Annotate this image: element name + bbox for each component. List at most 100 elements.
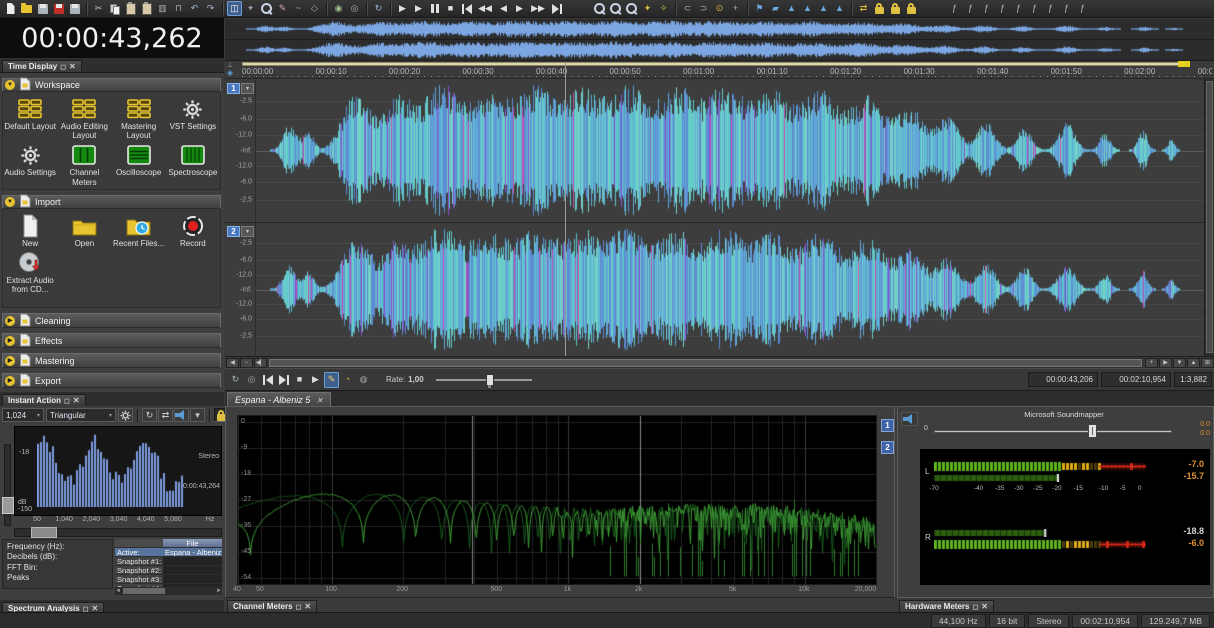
scroll-left-icon[interactable]: ◄ [115, 588, 121, 594]
spectrum-settings-button[interactable] [118, 408, 133, 422]
editor-vertical-scrollbar[interactable] [1204, 79, 1214, 356]
insert-region-button[interactable]: ▰ [768, 1, 783, 16]
paste-special-button[interactable] [139, 1, 154, 16]
spectrum-vertical-slider[interactable] [2, 444, 14, 526]
loop-region-button[interactable]: ⊂ [680, 1, 695, 16]
workspace-item-mastering-layout[interactable]: Mastering Layout [112, 95, 166, 140]
go-to-end-button[interactable] [276, 372, 291, 388]
waveform-channel-1[interactable] [256, 80, 1204, 221]
script-button-3-button[interactable]: ƒ [979, 1, 994, 16]
table-row[interactable]: Snapshot #3: [115, 575, 222, 584]
script-button-7-button[interactable]: ƒ [1043, 1, 1058, 16]
import-item-open[interactable]: Open [57, 212, 111, 248]
snapshot-table-scrollbar[interactable]: ◄ ► [115, 587, 222, 595]
rate-slider-track[interactable] [435, 378, 532, 381]
tab-channel-meters[interactable]: Channel Meters ◻ ✕ [227, 600, 318, 612]
table-row[interactable]: Snapshot #1: [115, 557, 222, 566]
zoom-out-button[interactable]: − [240, 357, 253, 368]
expand-icon[interactable]: ▶ [5, 375, 15, 386]
save-as-button[interactable] [51, 1, 66, 16]
channel-meters-canvas[interactable] [238, 416, 876, 584]
marker-previous-button[interactable]: ▲ [784, 1, 799, 16]
editor-h-scrollbar[interactable] [268, 357, 1143, 368]
spectrum-vertical-slider-thumb[interactable] [2, 497, 14, 514]
script-button-5-button[interactable]: ƒ [1011, 1, 1026, 16]
output-fader-track[interactable] [934, 430, 1172, 433]
channel-1-wave-area[interactable] [255, 80, 1204, 221]
play-plugin-button[interactable]: ▶ [395, 1, 410, 16]
marker-next-button[interactable]: ▲ [800, 1, 815, 16]
insert-event-button[interactable]: + [728, 1, 743, 16]
save-button[interactable] [35, 1, 50, 16]
envelope-tool-button[interactable]: ~ [291, 1, 306, 16]
go-to-end-button[interactable] [549, 1, 564, 16]
loop-region-bar[interactable] [242, 62, 1190, 66]
edit-tool-button[interactable]: ⌖ [243, 1, 258, 16]
play-all-button[interactable]: ▶ [411, 1, 426, 16]
workspace-item-channel-meters[interactable]: Channel Meters [57, 141, 111, 187]
float-icon[interactable]: ◻ [972, 603, 978, 611]
pencil-tool-button[interactable]: ✎ [275, 1, 290, 16]
zoom-event-button[interactable] [624, 1, 639, 16]
loop-playback-button[interactable]: ↻ [228, 372, 243, 388]
selection-grid-button[interactable]: ⊃ [696, 1, 711, 16]
close-icon[interactable]: ✕ [981, 602, 988, 611]
auto-ripple-button[interactable]: ⇄ [856, 1, 871, 16]
spectrum-graph[interactable]: -18 dB -150 Stereo 0:00:43,264 [14, 426, 222, 516]
close-icon[interactable]: ✕ [73, 396, 80, 405]
play-button[interactable]: ▶ [308, 372, 323, 388]
pause-button[interactable] [427, 1, 442, 16]
timeline-ruler[interactable]: ⊥ ◉ 00:00:00 00:00:10 00:00:20 00:00:30 00:00… [225, 61, 1214, 79]
zoom-in-button[interactable]: + [1145, 357, 1158, 368]
workspace-item-spectroscope[interactable]: Spectroscope [166, 141, 220, 186]
overview-waveform-left[interactable] [225, 19, 1214, 40]
undo-button[interactable]: ↶ [187, 1, 202, 16]
float-icon[interactable]: ◻ [64, 397, 70, 405]
workspace-item-vst-settings[interactable]: VST Settings [166, 95, 220, 140]
scroll-left-button[interactable]: ◀ [226, 357, 239, 368]
workspace-section-header[interactable]: ▼ Workspace [2, 77, 221, 92]
magnify-tool-button[interactable] [259, 1, 274, 16]
cm-channel-button-1[interactable]: 1 [881, 419, 894, 432]
paste-button[interactable] [123, 1, 138, 16]
output-fader-thumb[interactable] [1088, 424, 1097, 438]
waveform-channel-2[interactable] [256, 223, 1204, 356]
script-button-6-button[interactable]: ƒ [1027, 1, 1042, 16]
table-row[interactable]: Snapshot #2: [115, 566, 222, 575]
workspace-item-audio-settings[interactable]: Audio Settings [3, 141, 57, 186]
open-button[interactable] [19, 1, 34, 16]
maximize-button[interactable]: ⊞ [1201, 357, 1214, 368]
zoom-down-button[interactable]: ▼ [1173, 357, 1186, 368]
save-all-button[interactable] [67, 1, 82, 16]
workspace-item-oscilloscope[interactable]: Oscilloscope [112, 141, 166, 186]
scroll-right-icon[interactable]: ► [216, 588, 222, 594]
channel-meters-graph[interactable]: 0 -9 -18 -27 -36 -45 -54 [237, 415, 877, 585]
close-icon[interactable]: ✕ [316, 396, 323, 405]
channel-2-menu[interactable]: ▾ [241, 226, 254, 237]
float-icon[interactable]: ◻ [296, 603, 302, 611]
monitor-menu-button[interactable]: ▾ [190, 408, 205, 422]
monitor-button[interactable] [174, 408, 189, 422]
fast-forward-button[interactable]: ▶▶ [528, 1, 548, 16]
section-export[interactable]: ▶ Export [2, 373, 221, 388]
channel-2-wave-area[interactable] [255, 223, 1204, 356]
loop-playback-button[interactable]: ↻ [371, 1, 386, 16]
rewind-button[interactable]: ◀◀ [475, 1, 495, 16]
zoom-up-button[interactable]: ▲ [1187, 357, 1200, 368]
new-file-button[interactable] [3, 1, 18, 16]
snap-to-zero-button[interactable]: ✧ [656, 1, 671, 16]
snap-to-marker-button[interactable]: ✦ [640, 1, 655, 16]
waveform-display-button[interactable]: ◫ [227, 1, 242, 16]
script-button-9-button[interactable]: ƒ [1075, 1, 1090, 16]
collapse-icon[interactable]: ▼ [5, 80, 15, 90]
section-effects[interactable]: ▶ Effects [2, 333, 221, 348]
close-icon[interactable]: ✕ [69, 62, 76, 71]
import-item-recent-files[interactable]: Recent Files... [112, 212, 166, 248]
import-item-record[interactable]: Record [166, 212, 220, 248]
tab-instant-action[interactable]: Instant Action ◻ ✕ [2, 394, 86, 406]
workspace-item-audio-editing-layout[interactable]: Audio Editing Layout [57, 95, 111, 140]
workspace-item-default-layout[interactable]: Default Layout [3, 95, 57, 140]
step-forward-button[interactable]: ▶ [512, 1, 527, 16]
import-item-new[interactable]: New [3, 212, 57, 248]
channel-1-badge[interactable]: 1 [227, 83, 240, 94]
